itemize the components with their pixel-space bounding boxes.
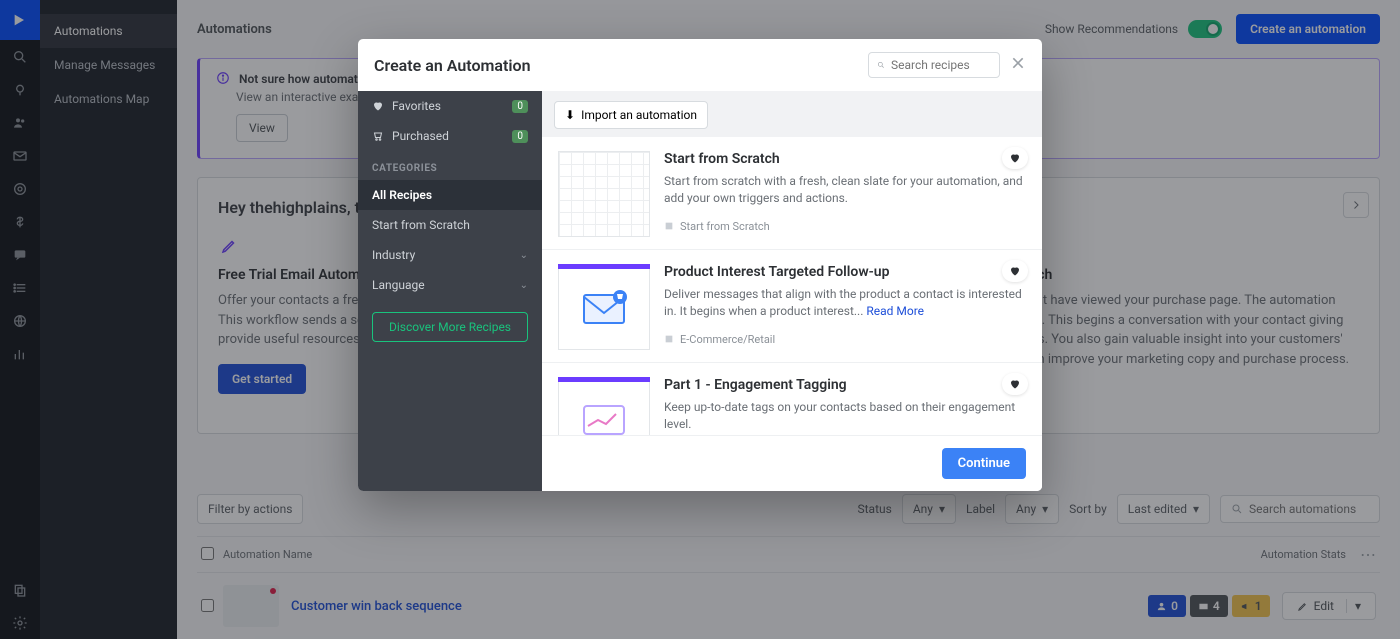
favorite-button[interactable] bbox=[1002, 260, 1028, 282]
recipe-search-input[interactable] bbox=[891, 58, 991, 72]
favorite-button[interactable] bbox=[1002, 147, 1028, 169]
recipe-desc: Keep up-to-date tags on your contacts ba… bbox=[664, 399, 1026, 434]
modal-header: Create an Automation bbox=[358, 39, 1042, 91]
sidebar-favorites[interactable]: Favorites 0 bbox=[358, 91, 542, 121]
recipe-tag: E-Commerce/Retail bbox=[664, 333, 1026, 346]
heart-icon bbox=[1009, 265, 1021, 277]
heart-icon bbox=[1009, 378, 1021, 390]
heart-icon bbox=[372, 100, 384, 112]
sidebar-cat-scratch[interactable]: Start from Scratch bbox=[358, 210, 542, 240]
discover-more-button[interactable]: Discover More Recipes bbox=[372, 312, 528, 342]
close-icon[interactable] bbox=[1010, 55, 1026, 76]
modal-main: ⬇ Import an automation Start from Scratc… bbox=[542, 91, 1042, 491]
recipe-search[interactable] bbox=[868, 52, 1000, 78]
purchased-count: 0 bbox=[512, 130, 528, 143]
recipe-title: Product Interest Targeted Follow-up bbox=[664, 264, 1026, 280]
recipe-item[interactable]: Product Interest Targeted Follow-up Deli… bbox=[542, 250, 1042, 363]
recipe-desc: Start from scratch with a fresh, clean s… bbox=[664, 173, 1026, 208]
sidebar-cat-industry[interactable]: Industry⌄ bbox=[358, 240, 542, 270]
continue-button[interactable]: Continue bbox=[942, 448, 1026, 479]
recipe-thumb-grid bbox=[558, 151, 650, 237]
sidebar-cat-all-recipes[interactable]: All Recipes bbox=[358, 180, 542, 210]
chevron-down-icon: ⌄ bbox=[520, 280, 528, 291]
recipe-list[interactable]: Start from Scratch Start from scratch wi… bbox=[542, 137, 1042, 435]
cart-icon bbox=[372, 130, 384, 142]
recipe-item[interactable]: Start from Scratch Start from scratch wi… bbox=[542, 137, 1042, 250]
recipe-title: Start from Scratch bbox=[664, 151, 1026, 167]
modal-footer: Continue bbox=[542, 435, 1042, 491]
read-more-link[interactable]: Read More bbox=[866, 304, 924, 318]
download-icon: ⬇ bbox=[565, 108, 575, 122]
favorites-count: 0 bbox=[512, 100, 528, 113]
tag-icon bbox=[664, 221, 674, 231]
modal-title: Create an Automation bbox=[374, 56, 868, 75]
create-automation-modal: Create an Automation Favorites 0 Purchas… bbox=[358, 39, 1042, 491]
search-icon bbox=[877, 59, 885, 71]
categories-header: CATEGORIES bbox=[358, 151, 542, 180]
chevron-down-icon: ⌄ bbox=[520, 250, 528, 261]
recipe-item[interactable]: Part 1 - Engagement Tagging Keep up-to-d… bbox=[542, 363, 1042, 435]
recipe-thumb-chart bbox=[558, 377, 650, 435]
tag-icon bbox=[664, 334, 674, 344]
recipe-desc: Deliver messages that align with the pro… bbox=[664, 286, 1026, 321]
recipe-thumb-mail bbox=[558, 264, 650, 350]
sidebar-cat-language[interactable]: Language⌄ bbox=[358, 270, 542, 300]
sidebar-purchased[interactable]: Purchased 0 bbox=[358, 121, 542, 151]
import-automation-button[interactable]: ⬇ Import an automation bbox=[554, 101, 708, 129]
heart-icon bbox=[1009, 152, 1021, 164]
recipe-tag: Start from Scratch bbox=[664, 220, 1026, 233]
recipe-title: Part 1 - Engagement Tagging bbox=[664, 377, 1026, 393]
favorite-button[interactable] bbox=[1002, 373, 1028, 395]
modal-sidebar: Favorites 0 Purchased 0 CATEGORIES All R… bbox=[358, 91, 542, 491]
